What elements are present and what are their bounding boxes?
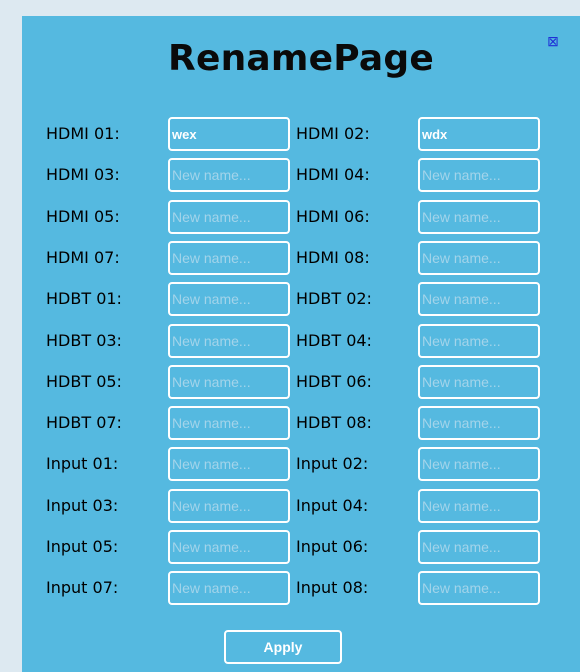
name-input-hdmi-04[interactable] (418, 158, 540, 192)
name-input-hdmi-05[interactable] (168, 200, 290, 234)
apply-button[interactable]: Apply (224, 630, 342, 664)
name-input-hdmi-06[interactable] (418, 200, 540, 234)
label-hdbt-03: HDBT 03: (46, 331, 122, 350)
label-input-06: Input 06: (296, 537, 369, 556)
label-input-07: Input 07: (46, 578, 119, 597)
label-hdbt-01: HDBT 01: (46, 289, 122, 308)
label-hdmi-01: HDMI 01: (46, 124, 120, 143)
label-input-03: Input 03: (46, 496, 119, 515)
name-input-hdbt-01[interactable] (168, 282, 290, 316)
name-input-hdbt-04[interactable] (418, 324, 540, 358)
name-input-input-03[interactable] (168, 489, 290, 523)
name-input-input-02[interactable] (418, 447, 540, 481)
name-input-hdmi-08[interactable] (418, 241, 540, 275)
label-hdbt-06: HDBT 06: (296, 372, 372, 391)
name-input-hdbt-03[interactable] (168, 324, 290, 358)
label-hdmi-03: HDMI 03: (46, 165, 120, 184)
name-input-hdbt-07[interactable] (168, 406, 290, 440)
close-icon[interactable]: ⊠ (546, 34, 560, 48)
name-input-hdbt-02[interactable] (418, 282, 540, 316)
label-input-05: Input 05: (46, 537, 119, 556)
label-input-04: Input 04: (296, 496, 369, 515)
name-input-hdmi-02[interactable] (418, 117, 540, 151)
name-input-hdmi-07[interactable] (168, 241, 290, 275)
name-input-hdmi-03[interactable] (168, 158, 290, 192)
name-input-input-07[interactable] (168, 571, 290, 605)
name-input-input-04[interactable] (418, 489, 540, 523)
name-input-hdbt-05[interactable] (168, 365, 290, 399)
label-hdmi-06: HDMI 06: (296, 207, 370, 226)
rename-panel: RenamePage ⊠ HDMI 01: HDMI 02: HDMI 03: HDM… (22, 16, 580, 672)
name-input-hdbt-08[interactable] (418, 406, 540, 440)
label-hdmi-08: HDMI 08: (296, 248, 370, 267)
label-input-02: Input 02: (296, 454, 369, 473)
page-title: RenamePage (168, 38, 434, 79)
label-hdmi-07: HDMI 07: (46, 248, 120, 267)
label-hdbt-04: HDBT 04: (296, 331, 372, 350)
name-input-input-05[interactable] (168, 530, 290, 564)
label-hdbt-07: HDBT 07: (46, 413, 122, 432)
name-input-input-01[interactable] (168, 447, 290, 481)
name-input-input-08[interactable] (418, 571, 540, 605)
label-hdbt-08: HDBT 08: (296, 413, 372, 432)
label-hdbt-02: HDBT 02: (296, 289, 372, 308)
label-hdmi-05: HDMI 05: (46, 207, 120, 226)
label-hdmi-02: HDMI 02: (296, 124, 370, 143)
label-input-01: Input 01: (46, 454, 119, 473)
label-hdbt-05: HDBT 05: (46, 372, 122, 391)
name-input-input-06[interactable] (418, 530, 540, 564)
label-input-08: Input 08: (296, 578, 369, 597)
name-input-hdbt-06[interactable] (418, 365, 540, 399)
name-input-hdmi-01[interactable] (168, 117, 290, 151)
label-hdmi-04: HDMI 04: (296, 165, 370, 184)
